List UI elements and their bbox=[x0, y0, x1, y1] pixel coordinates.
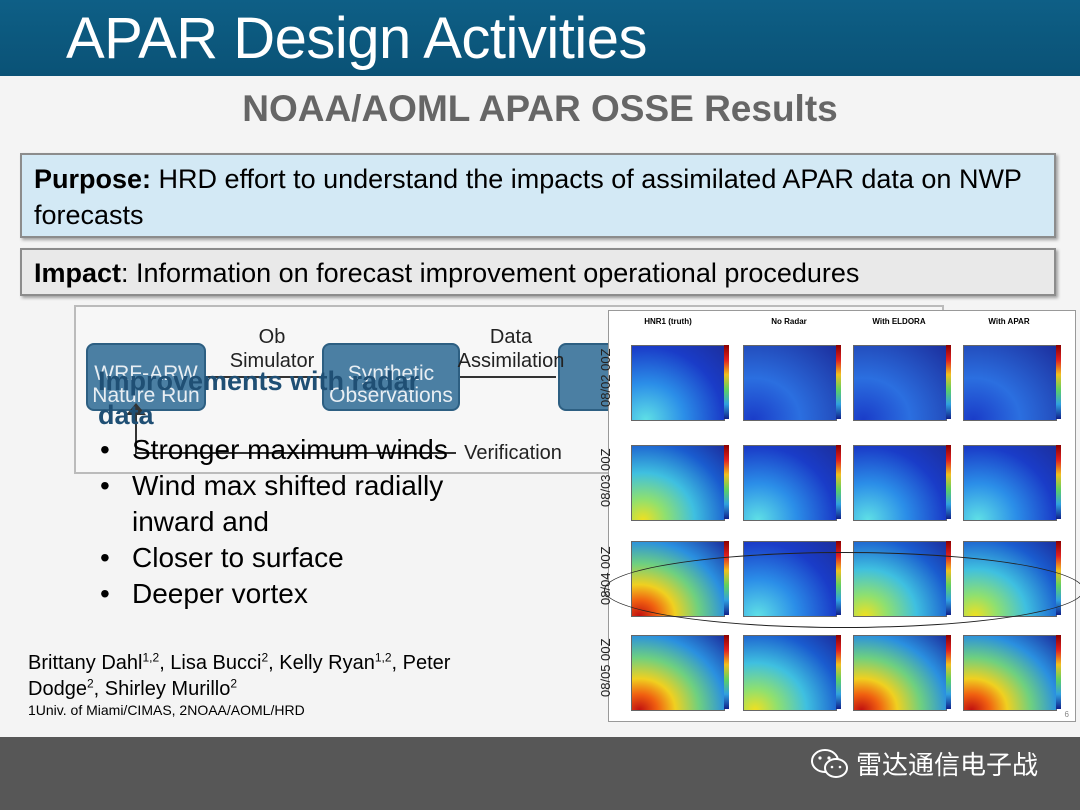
watermark-text: 雷达通信电子战 bbox=[856, 750, 1039, 780]
wind-panel bbox=[853, 635, 947, 711]
wind-panel bbox=[631, 635, 725, 711]
colorbar bbox=[836, 445, 841, 519]
list-item: Deeper vortex bbox=[100, 576, 520, 612]
impact-box: Impact: Information on forecast improvem… bbox=[20, 248, 1056, 296]
wind-panel bbox=[631, 345, 725, 421]
column-header: With ELDORA bbox=[872, 317, 926, 326]
author-list: Brittany Dahl1,2, Lisa Bucci2, Kelly Rya… bbox=[28, 650, 451, 700]
wind-panel bbox=[963, 445, 1057, 521]
wind-panel bbox=[963, 635, 1057, 711]
wind-panel bbox=[853, 345, 947, 421]
impact-text: : Information on forecast improvement op… bbox=[121, 258, 860, 288]
slide-subtitle: NOAA/AOML APAR OSSE Results bbox=[242, 88, 838, 129]
impact-label: Impact bbox=[34, 258, 122, 288]
wind-panel bbox=[963, 345, 1057, 421]
row-date: 08/05 00Z bbox=[598, 638, 613, 697]
list-item: Stronger maximum winds bbox=[100, 432, 520, 468]
wind-cross-section-figure: HNR1 (truth) No Radar With ELDORA With A… bbox=[598, 310, 1076, 722]
colorbar bbox=[946, 445, 951, 519]
colorbar bbox=[724, 445, 729, 519]
colorbar bbox=[1056, 345, 1061, 419]
wind-panel bbox=[743, 635, 837, 711]
improvements-heading: Improvements with radar data bbox=[98, 366, 420, 430]
wechat-icon bbox=[811, 749, 848, 778]
row-date: 08/03 00Z bbox=[598, 448, 613, 507]
row-date: 08/02 00Z bbox=[598, 348, 613, 407]
colorbar bbox=[836, 635, 841, 709]
wind-panel bbox=[743, 445, 837, 521]
list-item: Wind max shifted radially inward and bbox=[100, 468, 520, 540]
affiliation: 1Univ. of Miami/CIMAS, 2NOAA/AOML/HRD bbox=[28, 702, 305, 718]
slide-title: APAR Design Activities bbox=[66, 6, 648, 71]
purpose-box: Purpose: HRD effort to understand the im… bbox=[20, 153, 1056, 238]
colorbar bbox=[836, 345, 841, 419]
colorbar bbox=[1056, 635, 1061, 709]
column-header: HNR1 (truth) bbox=[644, 317, 692, 326]
purpose-text: HRD effort to understand the impacts of … bbox=[34, 164, 1022, 230]
colorbar bbox=[724, 345, 729, 419]
purpose-label: Purpose: bbox=[34, 164, 152, 194]
wind-panel bbox=[743, 345, 837, 421]
list-item: Closer to surface bbox=[100, 540, 520, 576]
wind-panel bbox=[853, 445, 947, 521]
highlight-ellipse bbox=[604, 552, 1080, 628]
column-header: No Radar bbox=[771, 317, 807, 326]
wind-panel bbox=[631, 445, 725, 521]
colorbar bbox=[1056, 445, 1061, 519]
colorbar bbox=[946, 635, 951, 709]
column-header: With APAR bbox=[988, 317, 1030, 326]
header-bar: APAR Design Activities bbox=[0, 0, 1080, 76]
colorbar bbox=[946, 345, 951, 419]
improvements-list: Stronger maximum winds Wind max shifted … bbox=[100, 432, 520, 612]
colorbar bbox=[724, 635, 729, 709]
page-number: 6 bbox=[1064, 710, 1069, 719]
